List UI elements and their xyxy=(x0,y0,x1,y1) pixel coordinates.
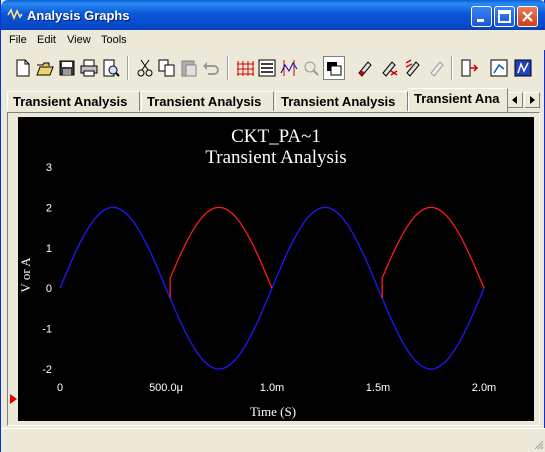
y-zero-marker[interactable] xyxy=(10,394,17,404)
chart-title: CKT_PA~1 xyxy=(231,126,321,147)
menu-view[interactable]: View xyxy=(67,34,91,46)
x-tick-label: 1.0m xyxy=(260,382,284,394)
export-excel-icon xyxy=(490,59,508,77)
grid-icon xyxy=(237,61,254,76)
new-button[interactable] xyxy=(11,56,33,80)
tab-transient-analysis-3[interactable]: Transient Analysis xyxy=(275,91,408,111)
app-icon xyxy=(7,8,23,21)
save-icon xyxy=(59,60,75,76)
tab-scroll-left-button[interactable] xyxy=(507,92,523,108)
open-icon xyxy=(36,62,54,76)
menu-tools[interactable]: Tools xyxy=(101,34,127,46)
menu-edit[interactable]: Edit xyxy=(37,34,56,46)
menu-bar: File Edit View Tools xyxy=(1,30,545,50)
resize-grip-icon[interactable] xyxy=(532,438,544,450)
minimize-button[interactable] xyxy=(471,6,492,27)
chevron-right-icon xyxy=(530,96,535,104)
menu-file[interactable]: File xyxy=(9,34,27,46)
cut-icon xyxy=(137,59,153,77)
undo-button[interactable] xyxy=(199,56,221,80)
paste-icon xyxy=(181,60,197,77)
copy-icon xyxy=(158,59,175,77)
x-axis-label: Time (S) xyxy=(250,404,296,419)
red-trace-line xyxy=(381,206,485,299)
y-tick-label: 3 xyxy=(46,162,52,174)
copy-button[interactable] xyxy=(155,56,177,80)
tab-transient-analysis-1[interactable]: Transient Analysis xyxy=(7,91,140,111)
open-button[interactable] xyxy=(33,56,55,80)
red-trace-line xyxy=(169,206,273,299)
export-mathcad-icon xyxy=(514,59,532,77)
select-marks-icon xyxy=(382,61,398,77)
y-tick-label: 2 xyxy=(46,202,52,214)
tab-transient-analysis-2[interactable]: Transient Analysis xyxy=(141,91,274,111)
zoom-icon xyxy=(304,61,319,76)
grid-button[interactable] xyxy=(233,56,255,80)
y-tick-labels: 3 2 1 0 -1 -2 xyxy=(42,162,52,376)
print-button[interactable] xyxy=(77,56,99,80)
x-tick-label: 0 xyxy=(57,382,63,394)
legend-button[interactable] xyxy=(255,56,277,80)
title-bar[interactable]: Analysis Graphs xyxy=(1,0,545,30)
overlay-traces-icon xyxy=(405,59,420,77)
y-tick-label: -1 xyxy=(42,324,52,336)
new-icon xyxy=(16,59,30,77)
x-tick-label: 500.0μ xyxy=(149,382,183,394)
undo-icon xyxy=(203,62,219,75)
zoom-button[interactable] xyxy=(299,56,321,80)
y-tick-label: -2 xyxy=(42,364,52,376)
traces xyxy=(59,206,485,370)
print-preview-icon xyxy=(103,59,120,77)
x-tick-label: 1.5m xyxy=(366,382,390,394)
analysis-graphs-window: Analysis Graphs File Edit View Tools Tra… xyxy=(0,0,545,452)
save-button[interactable] xyxy=(55,56,77,80)
close-button[interactable] xyxy=(517,6,538,27)
y-tick-label: 1 xyxy=(46,243,52,255)
paste-button[interactable] xyxy=(177,56,199,80)
x-tick-labels: 0 500.0μ 1.0m 1.5m 2.0m xyxy=(57,382,496,394)
export-excel-button[interactable] xyxy=(487,56,509,80)
plot-area[interactable]: CKT_PA~1 Transient Analysis V or A Time … xyxy=(18,117,534,421)
restore-button[interactable] xyxy=(425,56,447,80)
reverse-colors-icon xyxy=(327,62,342,76)
cursors-button[interactable] xyxy=(277,56,299,80)
cut-button[interactable] xyxy=(133,56,155,80)
print-preview-button[interactable] xyxy=(99,56,121,80)
maximize-button[interactable] xyxy=(494,6,515,27)
cursors-icon xyxy=(280,60,298,76)
print-icon xyxy=(80,59,98,77)
window-title: Analysis Graphs xyxy=(27,8,130,23)
overlay-traces-button[interactable] xyxy=(401,56,423,80)
toolbar xyxy=(3,52,544,84)
minimize-icon xyxy=(477,19,484,22)
restore-icon xyxy=(430,61,444,77)
chart-subtitle: Transient Analysis xyxy=(205,147,346,168)
properties-button[interactable] xyxy=(353,56,375,80)
reverse-colors-button[interactable] xyxy=(323,56,345,80)
blue-trace-line xyxy=(59,206,485,370)
close-icon xyxy=(522,11,533,22)
y-axis-label: V or A xyxy=(18,257,33,293)
export-button[interactable] xyxy=(457,56,479,80)
analysis-tab-strip: Transient Analysis Transient Analysis Tr… xyxy=(7,88,540,112)
select-marks-button[interactable] xyxy=(377,56,399,80)
status-bar xyxy=(1,428,545,452)
export-icon xyxy=(461,59,479,77)
tab-transient-analysis-4[interactable]: Transient Ana xyxy=(408,88,508,112)
x-tick-label: 2.0m xyxy=(472,382,496,394)
chevron-left-icon xyxy=(512,96,517,104)
graph-panel: CKT_PA~1 Transient Analysis V or A Time … xyxy=(7,112,540,426)
transient-chart: CKT_PA~1 Transient Analysis V or A Time … xyxy=(18,126,496,419)
properties-icon xyxy=(358,61,372,77)
maximize-icon xyxy=(498,10,511,23)
y-tick-label: 0 xyxy=(46,283,52,295)
export-mathcad-button[interactable] xyxy=(511,56,533,80)
legend-icon xyxy=(258,59,276,77)
tab-scroll-right-button[interactable] xyxy=(524,92,540,108)
